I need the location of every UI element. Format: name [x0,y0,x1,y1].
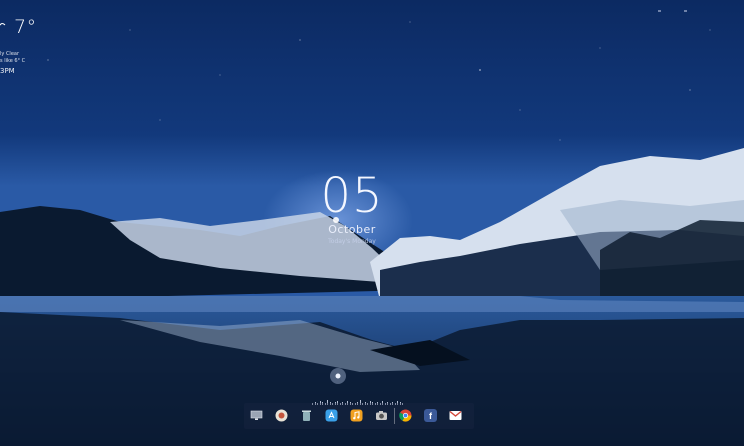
facebook-icon[interactable]: f [424,409,437,422]
chrome-icon[interactable] [399,409,412,422]
weather-feels-like: s like 6° C [0,58,26,64]
finder-icon[interactable] [275,409,288,422]
weather-condition: ly Clear [0,51,20,57]
cloud-icon [0,23,6,26]
weather-temperature: 7° [14,16,37,38]
dock: f [244,403,474,429]
date-weekday: Today's Monday [328,238,376,245]
date-day: 05 [320,168,384,224]
camera-icon[interactable] [375,409,388,422]
weather-widget: 7° ly Clear s like 6° C 3PM [0,14,114,84]
date-month: October [328,223,376,236]
weather-time: 3PM [0,67,15,75]
music-icon[interactable] [350,409,363,422]
monitor-icon[interactable] [250,409,263,422]
dock-separator [394,408,395,424]
top-right-indicator [658,8,688,14]
date-widget: 05 October Today's Monday [300,172,404,245]
app-store-icon[interactable] [325,409,338,422]
gmail-icon[interactable] [449,409,462,422]
trash-icon[interactable] [300,409,313,422]
